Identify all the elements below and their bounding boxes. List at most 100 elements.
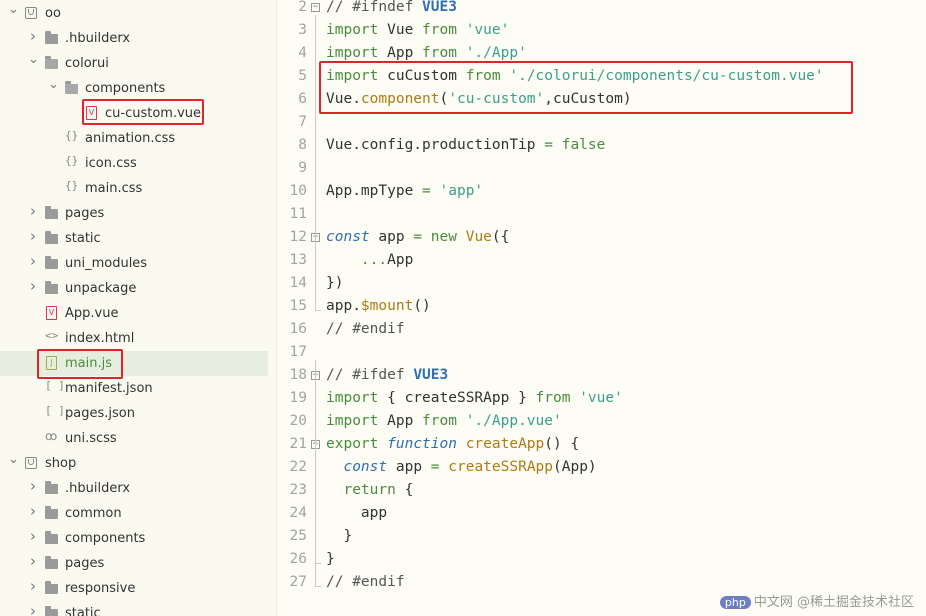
code-line[interactable]: 9 bbox=[277, 157, 926, 180]
tree-item-pages[interactable]: › pages bbox=[0, 201, 268, 226]
tree-item-manifest-json[interactable]: [ ] manifest.json bbox=[0, 376, 268, 401]
tree-item-static[interactable]: › static bbox=[0, 226, 268, 251]
folder-icon bbox=[65, 81, 79, 95]
code-text: } bbox=[326, 525, 352, 548]
code-token: () bbox=[413, 298, 431, 314]
code-line[interactable]: 3 import Vue from 'vue' bbox=[277, 19, 926, 42]
tree-item-pages-json[interactable]: [ ] pages.json bbox=[0, 401, 268, 426]
folder-icon bbox=[45, 581, 59, 595]
code-line[interactable]: 11 bbox=[277, 203, 926, 226]
chevron-right-icon[interactable]: › bbox=[28, 254, 38, 269]
line-number: 18 bbox=[289, 367, 307, 383]
code-token: function bbox=[387, 436, 457, 452]
code-token: App bbox=[378, 45, 423, 61]
tree-item-responsive[interactable]: › responsive bbox=[0, 576, 268, 601]
tree-item-shop[interactable]: ⌄ shop bbox=[0, 451, 268, 476]
code-token: app bbox=[326, 505, 388, 521]
code-line[interactable]: 16 // #endif bbox=[277, 318, 926, 341]
tree-item-index-html[interactable]: <> index.html bbox=[0, 326, 268, 351]
code-line[interactable]: 15 app.$mount() bbox=[277, 295, 926, 318]
code-token: // #endif bbox=[326, 574, 405, 590]
tree-item-unpackage[interactable]: › unpackage bbox=[0, 276, 268, 301]
code-line[interactable]: 21−export function createApp() { bbox=[277, 433, 926, 456]
code-line[interactable]: 7 bbox=[277, 111, 926, 134]
tree-item-icon-css[interactable]: {} icon.css bbox=[0, 151, 268, 176]
chevron-right-icon[interactable]: › bbox=[28, 229, 38, 244]
chevron-right-icon[interactable]: › bbox=[28, 529, 38, 544]
chevron-right-icon[interactable]: › bbox=[28, 554, 38, 569]
tree-item-label: icon.css bbox=[85, 156, 137, 171]
tree-item-hbuilderx[interactable]: › .hbuilderx bbox=[0, 26, 268, 51]
tree-item-uni-modules[interactable]: › uni_modules bbox=[0, 251, 268, 276]
chevron-down-icon[interactable]: ⌄ bbox=[48, 78, 59, 92]
json-file-icon: [ ] bbox=[45, 404, 65, 417]
line-number: 21 bbox=[289, 436, 307, 452]
code-token: = bbox=[544, 137, 553, 153]
tree-item-components[interactable]: › components bbox=[0, 526, 268, 551]
tree-item-main-css[interactable]: {} main.css bbox=[0, 176, 268, 201]
tree-item-uni-scss[interactable]: ꝏ uni.scss bbox=[0, 426, 268, 451]
tree-item-label: components bbox=[65, 531, 146, 546]
chevron-right-icon[interactable]: › bbox=[28, 604, 38, 616]
code-text: app bbox=[326, 502, 387, 525]
highlight-box-main-js bbox=[37, 349, 123, 379]
code-text: return { bbox=[326, 479, 413, 502]
code-token: import bbox=[326, 390, 379, 406]
tree-item-static[interactable]: › static bbox=[0, 601, 268, 616]
code-line[interactable]: 19 import { createSSRApp } from 'vue' bbox=[277, 387, 926, 410]
chevron-right-icon[interactable]: › bbox=[28, 204, 38, 219]
tree-item-label: oo bbox=[45, 6, 61, 21]
tree-item-oo[interactable]: ⌄ oo bbox=[0, 1, 268, 26]
chevron-down-icon[interactable]: ⌄ bbox=[8, 3, 19, 17]
project-icon bbox=[25, 6, 39, 20]
code-line[interactable]: 2−// #ifndef VUE3 bbox=[277, 0, 926, 19]
fold-guide-end bbox=[315, 310, 321, 311]
code-line[interactable]: 13 ...App bbox=[277, 249, 926, 272]
tree-item-animation-css[interactable]: {} animation.css bbox=[0, 126, 268, 151]
line-number: 16 bbox=[289, 321, 307, 337]
tree-item-pages[interactable]: › pages bbox=[0, 551, 268, 576]
code-line[interactable]: 22 const app = createSSRApp(App) bbox=[277, 456, 926, 479]
tree-item-common[interactable]: › common bbox=[0, 501, 268, 526]
chevron-down-icon[interactable]: ⌄ bbox=[28, 53, 39, 67]
chevron-right-icon[interactable]: › bbox=[28, 504, 38, 519]
highlight-box-import-lines bbox=[319, 61, 853, 114]
code-line[interactable]: 24 app bbox=[277, 502, 926, 525]
code-line[interactable]: 26} bbox=[277, 548, 926, 571]
line-number: 3 bbox=[298, 22, 307, 38]
folder-icon bbox=[45, 481, 59, 495]
line-number: 10 bbox=[289, 183, 307, 199]
code-line[interactable]: 23 return { bbox=[277, 479, 926, 502]
chevron-down-icon[interactable]: ⌄ bbox=[8, 453, 19, 467]
tree-item-label: manifest.json bbox=[65, 381, 153, 396]
code-line[interactable]: 8 Vue.config.productionTip = false bbox=[277, 134, 926, 157]
code-token: VUE3 bbox=[413, 367, 449, 383]
tree-item-app-vue[interactable]: V App.vue bbox=[0, 301, 268, 326]
code-line[interactable]: 17 bbox=[277, 341, 926, 364]
tree-item-hbuilderx[interactable]: › .hbuilderx bbox=[0, 476, 268, 501]
scss-file-icon: ꝏ bbox=[45, 429, 58, 443]
fold-toggle-icon[interactable]: − bbox=[311, 3, 320, 12]
tree-item-components[interactable]: ⌄ components bbox=[0, 76, 268, 101]
tree-item-label: unpackage bbox=[65, 281, 137, 296]
chevron-right-icon[interactable]: › bbox=[28, 29, 38, 44]
code-line[interactable]: 20 import App from './App.vue' bbox=[277, 410, 926, 433]
chevron-right-icon[interactable]: › bbox=[28, 479, 38, 494]
code-token: // #ifndef bbox=[326, 0, 423, 15]
code-text: // #endif bbox=[326, 318, 405, 341]
code-line[interactable]: 10 App.mpType = 'app' bbox=[277, 180, 926, 203]
code-line[interactable]: 25 } bbox=[277, 525, 926, 548]
code-text: import Vue from 'vue' bbox=[326, 19, 509, 42]
chevron-right-icon[interactable]: › bbox=[28, 579, 38, 594]
tree-item-colorui[interactable]: ⌄ colorui bbox=[0, 51, 268, 76]
code-line[interactable]: 18−// #ifdef VUE3 bbox=[277, 364, 926, 387]
chevron-right-icon[interactable]: › bbox=[28, 279, 38, 294]
code-line[interactable]: 12−const app = new Vue({ bbox=[277, 226, 926, 249]
code-token: Vue.config.productionTip bbox=[326, 137, 545, 153]
code-line[interactable]: 14}) bbox=[277, 272, 926, 295]
